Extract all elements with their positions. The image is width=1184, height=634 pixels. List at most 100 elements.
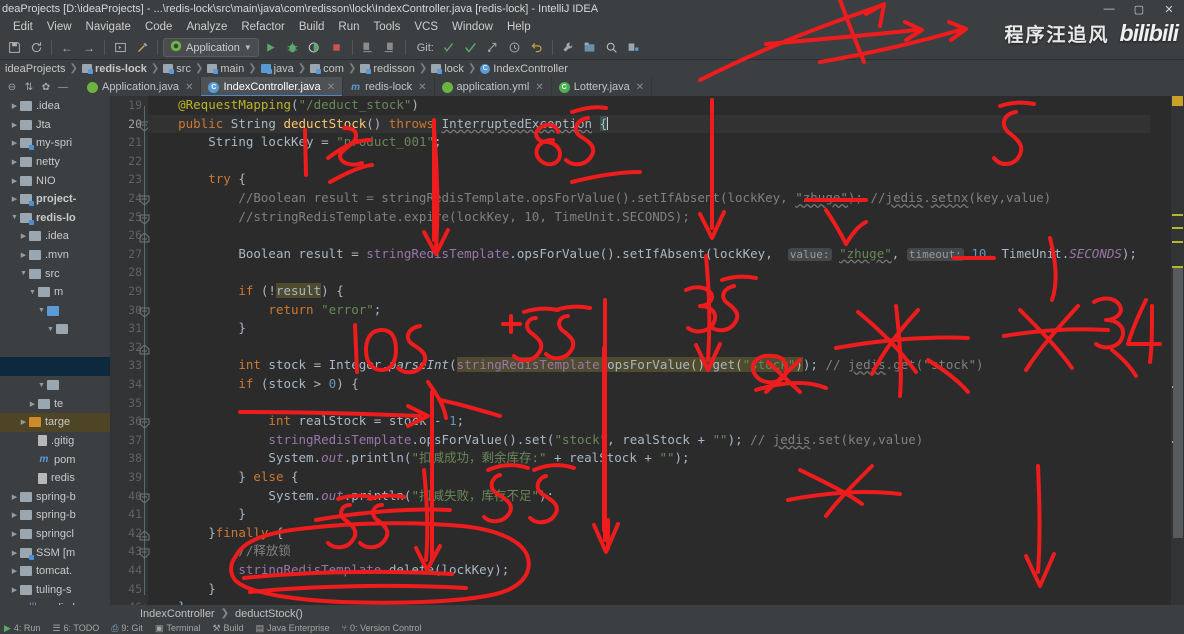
tab-application-yml[interactable]: application.yml ✕ <box>435 77 552 97</box>
search-icon[interactable] <box>602 38 622 58</box>
menu-item-help[interactable]: Help <box>500 20 538 34</box>
tree-expand-arrow[interactable]: ▶ <box>9 530 20 538</box>
code-line-43[interactable]: //释放锁 <box>148 542 1150 561</box>
build-hammer-icon[interactable] <box>132 38 152 58</box>
tree-expand-arrow[interactable]: ▶ <box>18 251 29 259</box>
code-line-42[interactable]: }finally { <box>148 524 1150 543</box>
code-line-29[interactable]: if (!result) { <box>148 282 1150 301</box>
code-line-40[interactable]: System.out.println("扣减失败，库存不足"); <box>148 487 1150 506</box>
run-configuration-selector[interactable]: Application ▼ <box>163 38 259 57</box>
status-build[interactable]: ⚒ Build <box>212 623 243 634</box>
tab-close-icon[interactable]: ✕ <box>185 82 193 93</box>
close-button[interactable]: ✕ <box>1154 0 1184 18</box>
tab-close-icon[interactable]: ✕ <box>636 82 644 93</box>
tree-node[interactable] <box>0 357 110 376</box>
status-terminal[interactable]: ▣ Terminal <box>155 623 201 634</box>
status-git[interactable]: ⎙ 9: Git <box>111 623 143 634</box>
menu-item-edit[interactable]: Edit <box>6 20 40 34</box>
tree-expand-arrow[interactable]: ▶ <box>9 139 20 147</box>
run-icon[interactable] <box>261 38 281 58</box>
menu-item-vcs[interactable]: VCS <box>407 20 445 34</box>
settings-wrench-icon[interactable] <box>558 38 578 58</box>
revert-icon[interactable] <box>527 38 547 58</box>
code-line-35[interactable] <box>148 394 1150 413</box>
menu-item-build[interactable]: Build <box>292 20 332 34</box>
tree-expand-arrow[interactable]: ▼ <box>36 307 47 314</box>
minimize-button[interactable]: — <box>1094 0 1124 18</box>
tree-node[interactable]: ▶ Jta <box>0 116 110 135</box>
tree-node[interactable]: ▶ my-spri <box>0 134 110 153</box>
tree-expand-arrow[interactable]: ▶ <box>9 567 20 575</box>
tree-node[interactable]: ▶ SSM [m <box>0 543 110 562</box>
tab-lottery-java[interactable]: C Lottery.java ✕ <box>552 77 653 97</box>
tree-node[interactable]: .gitig <box>0 432 110 451</box>
code-line-36[interactable]: int realStock = stock - 1; <box>148 412 1150 431</box>
tree-node[interactable]: ▶ .idea <box>0 97 110 116</box>
git-commit-icon[interactable] <box>461 38 481 58</box>
menu-item-tools[interactable]: Tools <box>367 20 408 34</box>
code-line-26[interactable] <box>148 226 1150 245</box>
tree-node[interactable]: ▶ .mvn <box>0 246 110 265</box>
code-editor[interactable]: 19 20 21 22 23 24 25 26 27 28 29 30 31 32 33 34 35 36 37 38… <box>110 96 1184 605</box>
tree-expand-arrow[interactable]: ▶ <box>9 121 20 129</box>
tree-node[interactable]: ▶ spring-b <box>0 506 110 525</box>
breadcrumb-com[interactable]: com <box>307 63 347 75</box>
collapse-all-icon[interactable]: ⊖ <box>4 79 20 95</box>
menu-item-window[interactable]: Window <box>445 20 500 34</box>
tree-node[interactable]: ▼ redis-lo <box>0 209 110 228</box>
tree-expand-arrow[interactable]: ▶ <box>18 418 29 426</box>
code-line-31[interactable]: } <box>148 319 1150 338</box>
tab-redis-lock[interactable]: m redis-lock ✕ <box>343 77 435 97</box>
tree-expand-arrow[interactable]: ▼ <box>18 270 29 277</box>
code-line-33[interactable]: int stock = Integer.parseInt(stringRedis… <box>148 356 1150 375</box>
open-window-icon[interactable] <box>110 38 130 58</box>
warning-marker[interactable] <box>1172 214 1183 216</box>
breadcrumb-java[interactable]: java <box>258 63 297 75</box>
menu-item-view[interactable]: View <box>40 20 79 34</box>
tree-node[interactable]: ▶ tuling-s <box>0 580 110 599</box>
code-content[interactable]: @RequestMapping("/deduct_stock") public … <box>148 96 1150 605</box>
tree-node[interactable]: ▶ tomcat. <box>0 562 110 581</box>
code-line-20[interactable]: public String deductStock() throws Inter… <box>148 115 1150 134</box>
status-java-enterprise[interactable]: ▤ Java Enterprise <box>256 623 330 634</box>
tree-node[interactable]: ▼ <box>0 302 110 321</box>
breadcrumb-lock[interactable]: lock <box>428 63 467 75</box>
code-line-21[interactable]: String lockKey = "product_001"; <box>148 133 1150 152</box>
tree-node[interactable]: ▼ src <box>0 264 110 283</box>
tree-node[interactable]: ▶ springcl <box>0 525 110 544</box>
tree-expand-arrow[interactable]: ▶ <box>9 158 20 166</box>
code-line-44[interactable]: stringRedisTemplate.delete(lockKey); <box>148 561 1150 580</box>
tab-application-java[interactable]: Application.java ✕ <box>80 77 202 97</box>
menu-item-run[interactable]: Run <box>331 20 366 34</box>
tree-expand-arrow[interactable]: ▶ <box>9 177 20 185</box>
tree-expand-arrow[interactable]: ▼ <box>45 326 56 333</box>
tree-node[interactable]: ▶ NIO <box>0 171 110 190</box>
tab-close-icon[interactable]: ✕ <box>535 82 543 93</box>
tree-expand-arrow[interactable]: ▼ <box>27 289 38 296</box>
profiler-alt-icon[interactable] <box>380 38 400 58</box>
menu-item-analyze[interactable]: Analyze <box>179 20 234 34</box>
save-all-icon[interactable] <box>4 38 24 58</box>
tree-node[interactable]: ▼ <box>0 376 110 395</box>
code-line-37[interactable]: stringRedisTemplate.opsForValue().set("s… <box>148 431 1150 450</box>
code-line-41[interactable]: } <box>148 505 1150 524</box>
debug-icon[interactable] <box>283 38 303 58</box>
gear-icon[interactable]: ✿ <box>38 79 54 95</box>
tree-node[interactable]: ▶ project- <box>0 190 110 209</box>
tree-node[interactable]: ▼ <box>0 320 110 339</box>
git-update-icon[interactable] <box>439 38 459 58</box>
tree-expand-arrow[interactable]: ▶ <box>9 195 20 203</box>
run-with-coverage-icon[interactable] <box>305 38 325 58</box>
breadcrumb-method[interactable]: deductStock() <box>235 608 303 620</box>
breadcrumb-main[interactable]: main <box>204 63 247 75</box>
tree-node[interactable]: ▶ netty <box>0 153 110 172</box>
status-run[interactable]: ▶ 4: Run <box>4 623 40 634</box>
tree-node[interactable]: ▶ te <box>0 395 110 414</box>
code-line-32[interactable] <box>148 338 1150 357</box>
git-push-icon[interactable] <box>483 38 503 58</box>
tree-expand-arrow[interactable]: ▶ <box>9 549 20 557</box>
forward-icon[interactable]: → <box>79 38 99 58</box>
tree-expand-arrow[interactable]: ▶ <box>9 511 20 519</box>
project-tree-panel[interactable]: ▶ .idea ▶ Jta ▶ my-spri ▶ netty ▶ NIO ▶ project- ▼ re… <box>0 96 110 605</box>
inspection-status-icon[interactable] <box>1172 96 1183 106</box>
